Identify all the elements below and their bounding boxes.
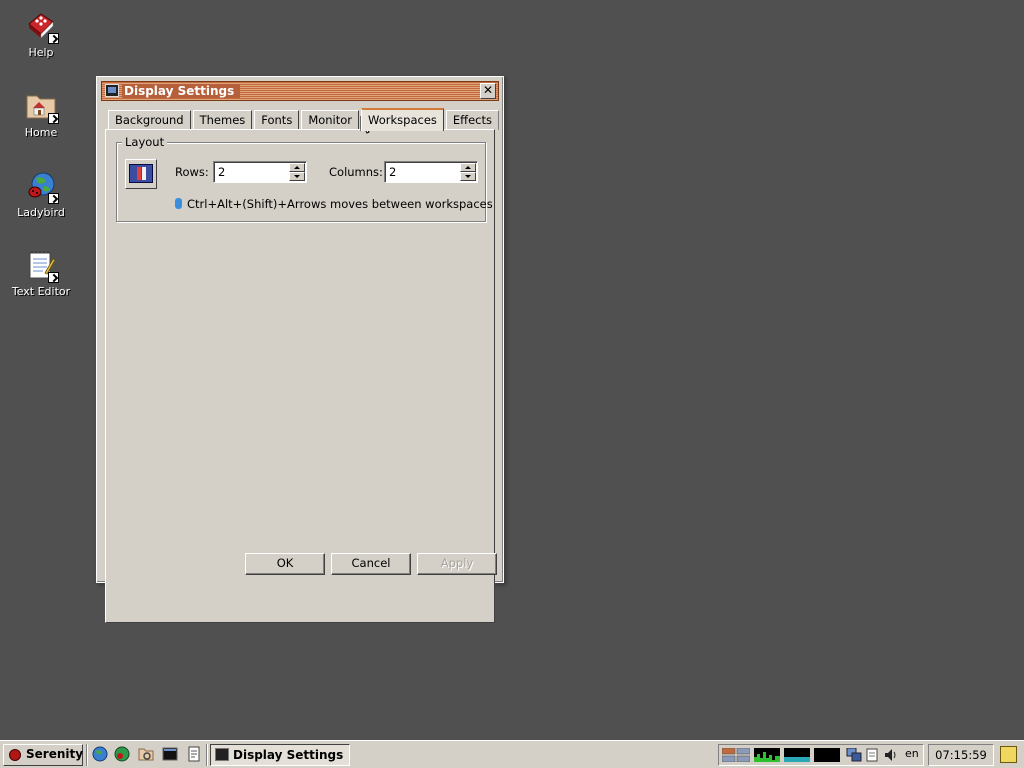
- system-tray: en: [718, 744, 924, 766]
- columns-spinbox[interactable]: 2: [384, 161, 478, 183]
- tab-bar: Background Themes Fonts Monitor Workspac…: [108, 106, 501, 131]
- desktop-icon-ladybird[interactable]: Ladybird: [1, 170, 81, 219]
- desktop-icon-label: Help: [28, 46, 54, 59]
- taskbar-window-label: Display Settings: [233, 748, 344, 762]
- ok-button[interactable]: OK: [245, 553, 325, 575]
- columns-label: Columns:: [329, 165, 383, 179]
- desktop-icon-label: Ladybird: [17, 206, 65, 219]
- workspace-shortcut-hint: Ctrl+Alt+(Shift)+Arrows moves between wo…: [175, 197, 493, 211]
- workspaces-panel: Layout Rows: 2 Columns: 2 Ctrl+Alt+(Shif…: [105, 129, 495, 623]
- desktop-icon-home[interactable]: Home: [1, 90, 81, 139]
- desktop-icon-help[interactable]: Help: [1, 10, 81, 59]
- columns-value: 2: [389, 165, 397, 179]
- window-title: Display Settings: [122, 84, 241, 98]
- rows-decrement-button[interactable]: [289, 172, 305, 181]
- keyboard-layout-indicator[interactable]: en: [905, 747, 919, 761]
- workspace-shortcut-hint-text: Ctrl+Alt+(Shift)+Arrows moves between wo…: [187, 197, 493, 211]
- volume-icon[interactable]: [884, 748, 898, 762]
- network-status-icon[interactable]: [846, 748, 862, 762]
- ladybird-quicklaunch-icon[interactable]: [92, 746, 108, 762]
- text-editor-quicklaunch-icon[interactable]: [186, 746, 202, 762]
- ladybird-browser-icon: [25, 170, 59, 204]
- terminal-quicklaunch-icon[interactable]: [162, 746, 178, 762]
- cpu-graph-icon: [754, 748, 780, 762]
- workspace-layout-icon: [125, 159, 157, 189]
- clock[interactable]: 07:15:59: [928, 744, 994, 766]
- rows-spinbox[interactable]: 2: [213, 161, 307, 183]
- start-menu-button[interactable]: Serenity: [3, 744, 83, 766]
- tab-themes[interactable]: Themes: [192, 110, 253, 130]
- tab-fonts[interactable]: Fonts: [254, 110, 300, 130]
- close-button[interactable]: ✕: [480, 83, 496, 99]
- taskbar: Serenity Display Settings en 07:15:59: [0, 740, 1024, 768]
- taskbar-separator: [206, 744, 208, 766]
- desktop-icon-label: Home: [24, 126, 58, 139]
- taskbar-window-display-settings[interactable]: Display Settings: [210, 744, 350, 766]
- tab-monitor[interactable]: Monitor: [301, 110, 360, 130]
- file-manager-quicklaunch-icon[interactable]: [138, 746, 154, 762]
- tab-background[interactable]: Background: [108, 110, 191, 130]
- layout-groupbox: Layout Rows: 2 Columns: 2 Ctrl+Alt+(Shif…: [116, 135, 493, 222]
- text-editor-notepad-icon: [25, 249, 59, 283]
- memory-graph-icon: [784, 748, 810, 762]
- shortcut-arrow-icon: [48, 272, 59, 283]
- display-settings-task-icon: [215, 748, 229, 761]
- display-settings-window: Display Settings ✕ Background Themes Fon…: [96, 76, 504, 623]
- apply-button[interactable]: Apply: [417, 553, 497, 575]
- workspace-switcher-icon[interactable]: [722, 748, 750, 762]
- shortcut-arrow-icon: [48, 33, 59, 44]
- columns-decrement-button[interactable]: [460, 172, 476, 181]
- tab-workspaces[interactable]: Workspaces: [361, 108, 444, 131]
- cancel-button[interactable]: Cancel: [331, 553, 411, 575]
- home-folder-icon: [25, 90, 59, 124]
- window-titlebar[interactable]: Display Settings ✕: [101, 81, 499, 101]
- shortcut-arrow-icon: [48, 113, 59, 124]
- display-settings-app-icon: [105, 84, 119, 97]
- desktop-icon-label: Text Editor: [11, 285, 71, 298]
- desktop-icon-text-editor[interactable]: Text Editor: [1, 249, 81, 298]
- clipboard-icon[interactable]: [866, 748, 878, 762]
- help-book-icon: [25, 10, 59, 44]
- columns-increment-button[interactable]: [460, 163, 476, 172]
- browser-quicklaunch-icon[interactable]: [114, 746, 130, 762]
- start-menu-label: Serenity: [26, 747, 84, 761]
- network-graph-icon: [814, 748, 840, 762]
- rows-increment-button[interactable]: [289, 163, 305, 172]
- layout-groupbox-title: Layout: [122, 135, 168, 149]
- tab-effects[interactable]: Effects: [445, 110, 499, 130]
- shortcut-arrow-icon: [48, 193, 59, 204]
- notes-icon[interactable]: [1000, 746, 1017, 763]
- serenity-logo-icon: [9, 749, 21, 761]
- rows-label: Rows:: [175, 165, 209, 179]
- rows-value: 2: [218, 165, 226, 179]
- info-icon: [175, 198, 182, 209]
- taskbar-separator: [86, 744, 88, 766]
